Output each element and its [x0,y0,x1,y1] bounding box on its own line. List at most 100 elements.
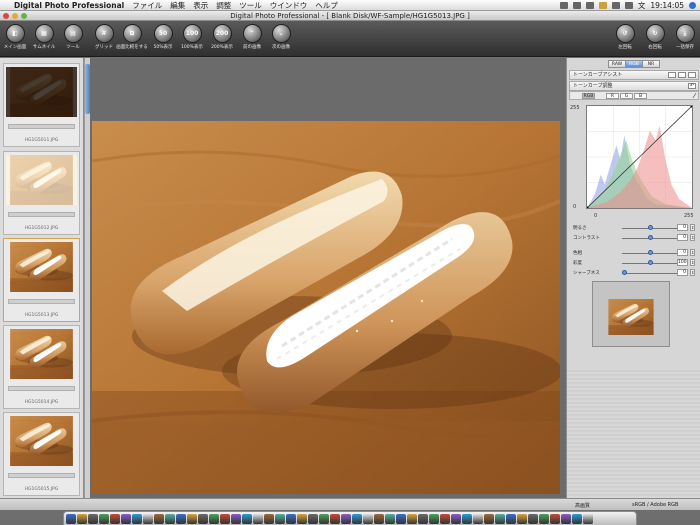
hue-stepper[interactable]: ⇕ [690,249,695,256]
tab-nr[interactable]: NR [642,60,660,68]
tone-curve-histogram[interactable] [586,105,693,209]
menu-file[interactable]: ファイル [132,0,162,11]
navigator-preview[interactable] [592,281,670,347]
reset-curve-icon[interactable]: ↶ [688,83,696,89]
dock-app-icon[interactable] [275,513,285,524]
dock-app-icon[interactable] [297,513,307,524]
tray-icon[interactable] [559,1,568,9]
tray-icon[interactable] [585,1,594,9]
contrast-knob[interactable] [648,235,653,240]
dock-app-icon[interactable] [198,513,208,524]
dock-app-icon[interactable] [286,513,296,524]
menu-window[interactable]: ウインドウ [270,0,308,11]
thumbnail-check-area[interactable] [8,124,75,129]
volume-icon[interactable] [624,1,633,9]
brightness-stepper[interactable]: ⇕ [690,224,695,231]
dock-app-icon[interactable] [264,513,274,524]
zoom-50-button[interactable]: 50 50%表示 [148,24,178,54]
dock-app-icon[interactable] [330,513,340,524]
dock-app-icon[interactable] [462,513,472,524]
dock-app-icon[interactable] [440,513,450,524]
dock-app-icon[interactable] [407,513,417,524]
auto-assist-icon[interactable] [668,72,676,78]
tab-raw[interactable]: RAW [608,60,626,68]
thumbnail-button[interactable]: ▦ サムネイル [29,24,59,54]
saturation-value[interactable]: 100 [677,259,688,266]
app-menu[interactable]: Digital Photo Professional [14,1,124,10]
tray-icon[interactable] [572,1,581,9]
dock-app-icon[interactable] [132,513,142,524]
dock-app-icon[interactable] [352,513,362,524]
dock-app-icon[interactable] [572,513,582,524]
dock-app-icon[interactable] [220,513,230,524]
dock-app-icon[interactable] [550,513,560,524]
menu-adjust[interactable]: 調整 [216,0,231,11]
dock-app-icon[interactable] [385,513,395,524]
thumbnail-item[interactable]: HG1G5015.JPG [3,412,80,496]
tray-icon[interactable] [611,1,620,9]
channel-g[interactable]: G [620,93,633,99]
thumbnail-item-selected[interactable]: HG1G5013.JPG [3,238,80,322]
contrast-stepper[interactable]: ⇕ [690,234,695,241]
menu-view[interactable]: 表示 [193,0,208,11]
dock-app-icon[interactable] [88,513,98,524]
custom-assist-icon[interactable] [678,72,686,78]
dock-app-icon[interactable] [121,513,131,524]
thumbnail-check-area[interactable] [8,386,75,391]
dock-app-icon[interactable] [429,513,439,524]
dock-app-icon[interactable] [418,513,428,524]
eyedropper-icon[interactable]: ⁄ [694,92,695,100]
input-method-icon[interactable]: 文 [638,0,646,11]
dock-app-icon[interactable] [528,513,538,524]
grid-button[interactable]: # グリッド [89,24,119,54]
dock-app-icon[interactable] [176,513,186,524]
sharpness-knob[interactable] [622,270,627,275]
dock-app-icon[interactable] [341,513,351,524]
dock-app-icon[interactable] [539,513,549,524]
dock-app-icon[interactable] [561,513,571,524]
dock-app-icon[interactable] [495,513,505,524]
brightness-value[interactable]: 0 [677,224,688,231]
channel-b[interactable]: B [634,93,647,99]
dock-app-icon[interactable] [143,513,153,524]
dock-app-icon[interactable] [473,513,483,524]
image-viewer[interactable] [90,58,566,498]
tool-palette-button[interactable]: ▤ ツール [58,24,88,54]
thumbnail-item[interactable]: HG1G5014.JPG [3,325,80,409]
tray-icon[interactable] [598,1,607,9]
zoom-100-button[interactable]: 100 100%表示 [177,24,207,54]
dock-app-icon[interactable] [99,513,109,524]
thumbnail-check-area[interactable] [8,299,75,304]
dock-app-icon[interactable] [66,513,76,524]
compare-button[interactable]: ⧉ 画面比較をする [116,24,148,54]
thumbnail-check-area[interactable] [8,212,75,217]
dock-app-icon[interactable] [396,513,406,524]
window-title-bar[interactable]: Digital Photo Professional - [ Blank Dis… [0,11,700,21]
dock-app-icon[interactable] [231,513,241,524]
saturation-knob[interactable] [648,260,653,265]
menu-tools[interactable]: ツール [239,0,262,11]
thumbnail-check-area[interactable] [8,473,75,478]
menu-help[interactable]: ヘルプ [315,0,338,11]
saturation-stepper[interactable]: ⇕ [690,259,695,266]
brightness-knob[interactable] [648,225,653,230]
dock-app-icon[interactable] [308,513,318,524]
sharpness-track[interactable] [622,273,680,274]
tab-rgb[interactable]: RGB [625,60,643,68]
dock-app-icon[interactable] [374,513,384,524]
dock-app-icon[interactable] [77,513,87,524]
dock-app-icon[interactable] [506,513,516,524]
reset-assist-icon[interactable] [688,72,696,78]
dock-app-icon[interactable] [209,513,219,524]
dock-app-icon[interactable] [253,513,263,524]
spotlight-icon[interactable] [689,1,696,9]
dock-app-icon[interactable] [319,513,329,524]
hue-knob[interactable] [648,250,653,255]
dock-app-icon[interactable] [110,513,120,524]
rotate-right-button[interactable]: ↻ 右回転 [640,24,670,54]
next-image-button[interactable]: ⌄ 次の画像 [266,24,296,54]
zoom-200-button[interactable]: 200 200%表示 [207,24,237,54]
menu-edit[interactable]: 編集 [170,0,185,11]
previous-image-button[interactable]: ⌃ 前の画像 [237,24,267,54]
rotate-left-button[interactable]: ↺ 左回転 [610,24,640,54]
